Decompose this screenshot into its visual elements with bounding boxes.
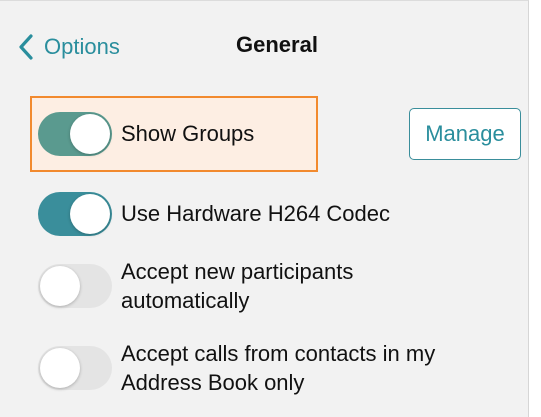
toggle-knob [70, 194, 110, 234]
back-button[interactable]: Options [18, 29, 120, 65]
hardware-codec-toggle[interactable] [38, 192, 112, 236]
back-button-label: Options [44, 34, 120, 59]
accept-contacts-label: Accept calls from contacts in my Address… [121, 341, 436, 395]
toggle-knob [40, 348, 80, 388]
show-groups-toggle[interactable] [38, 112, 112, 156]
accept-participants-toggle[interactable] [38, 264, 112, 308]
toggle-knob [40, 266, 80, 306]
chevron-left-icon [18, 33, 34, 61]
manage-button[interactable]: Manage [409, 108, 521, 160]
accept-participants-label: Accept new participants automatically [121, 259, 354, 313]
show-groups-label: Show Groups [121, 121, 255, 146]
settings-panel: Options General Show Groups Manage Use H… [0, 0, 529, 417]
accept-contacts-toggle[interactable] [38, 346, 112, 390]
toggle-knob [70, 114, 110, 154]
page-title: General [236, 32, 318, 57]
hardware-codec-label: Use Hardware H264 Codec [121, 201, 391, 226]
